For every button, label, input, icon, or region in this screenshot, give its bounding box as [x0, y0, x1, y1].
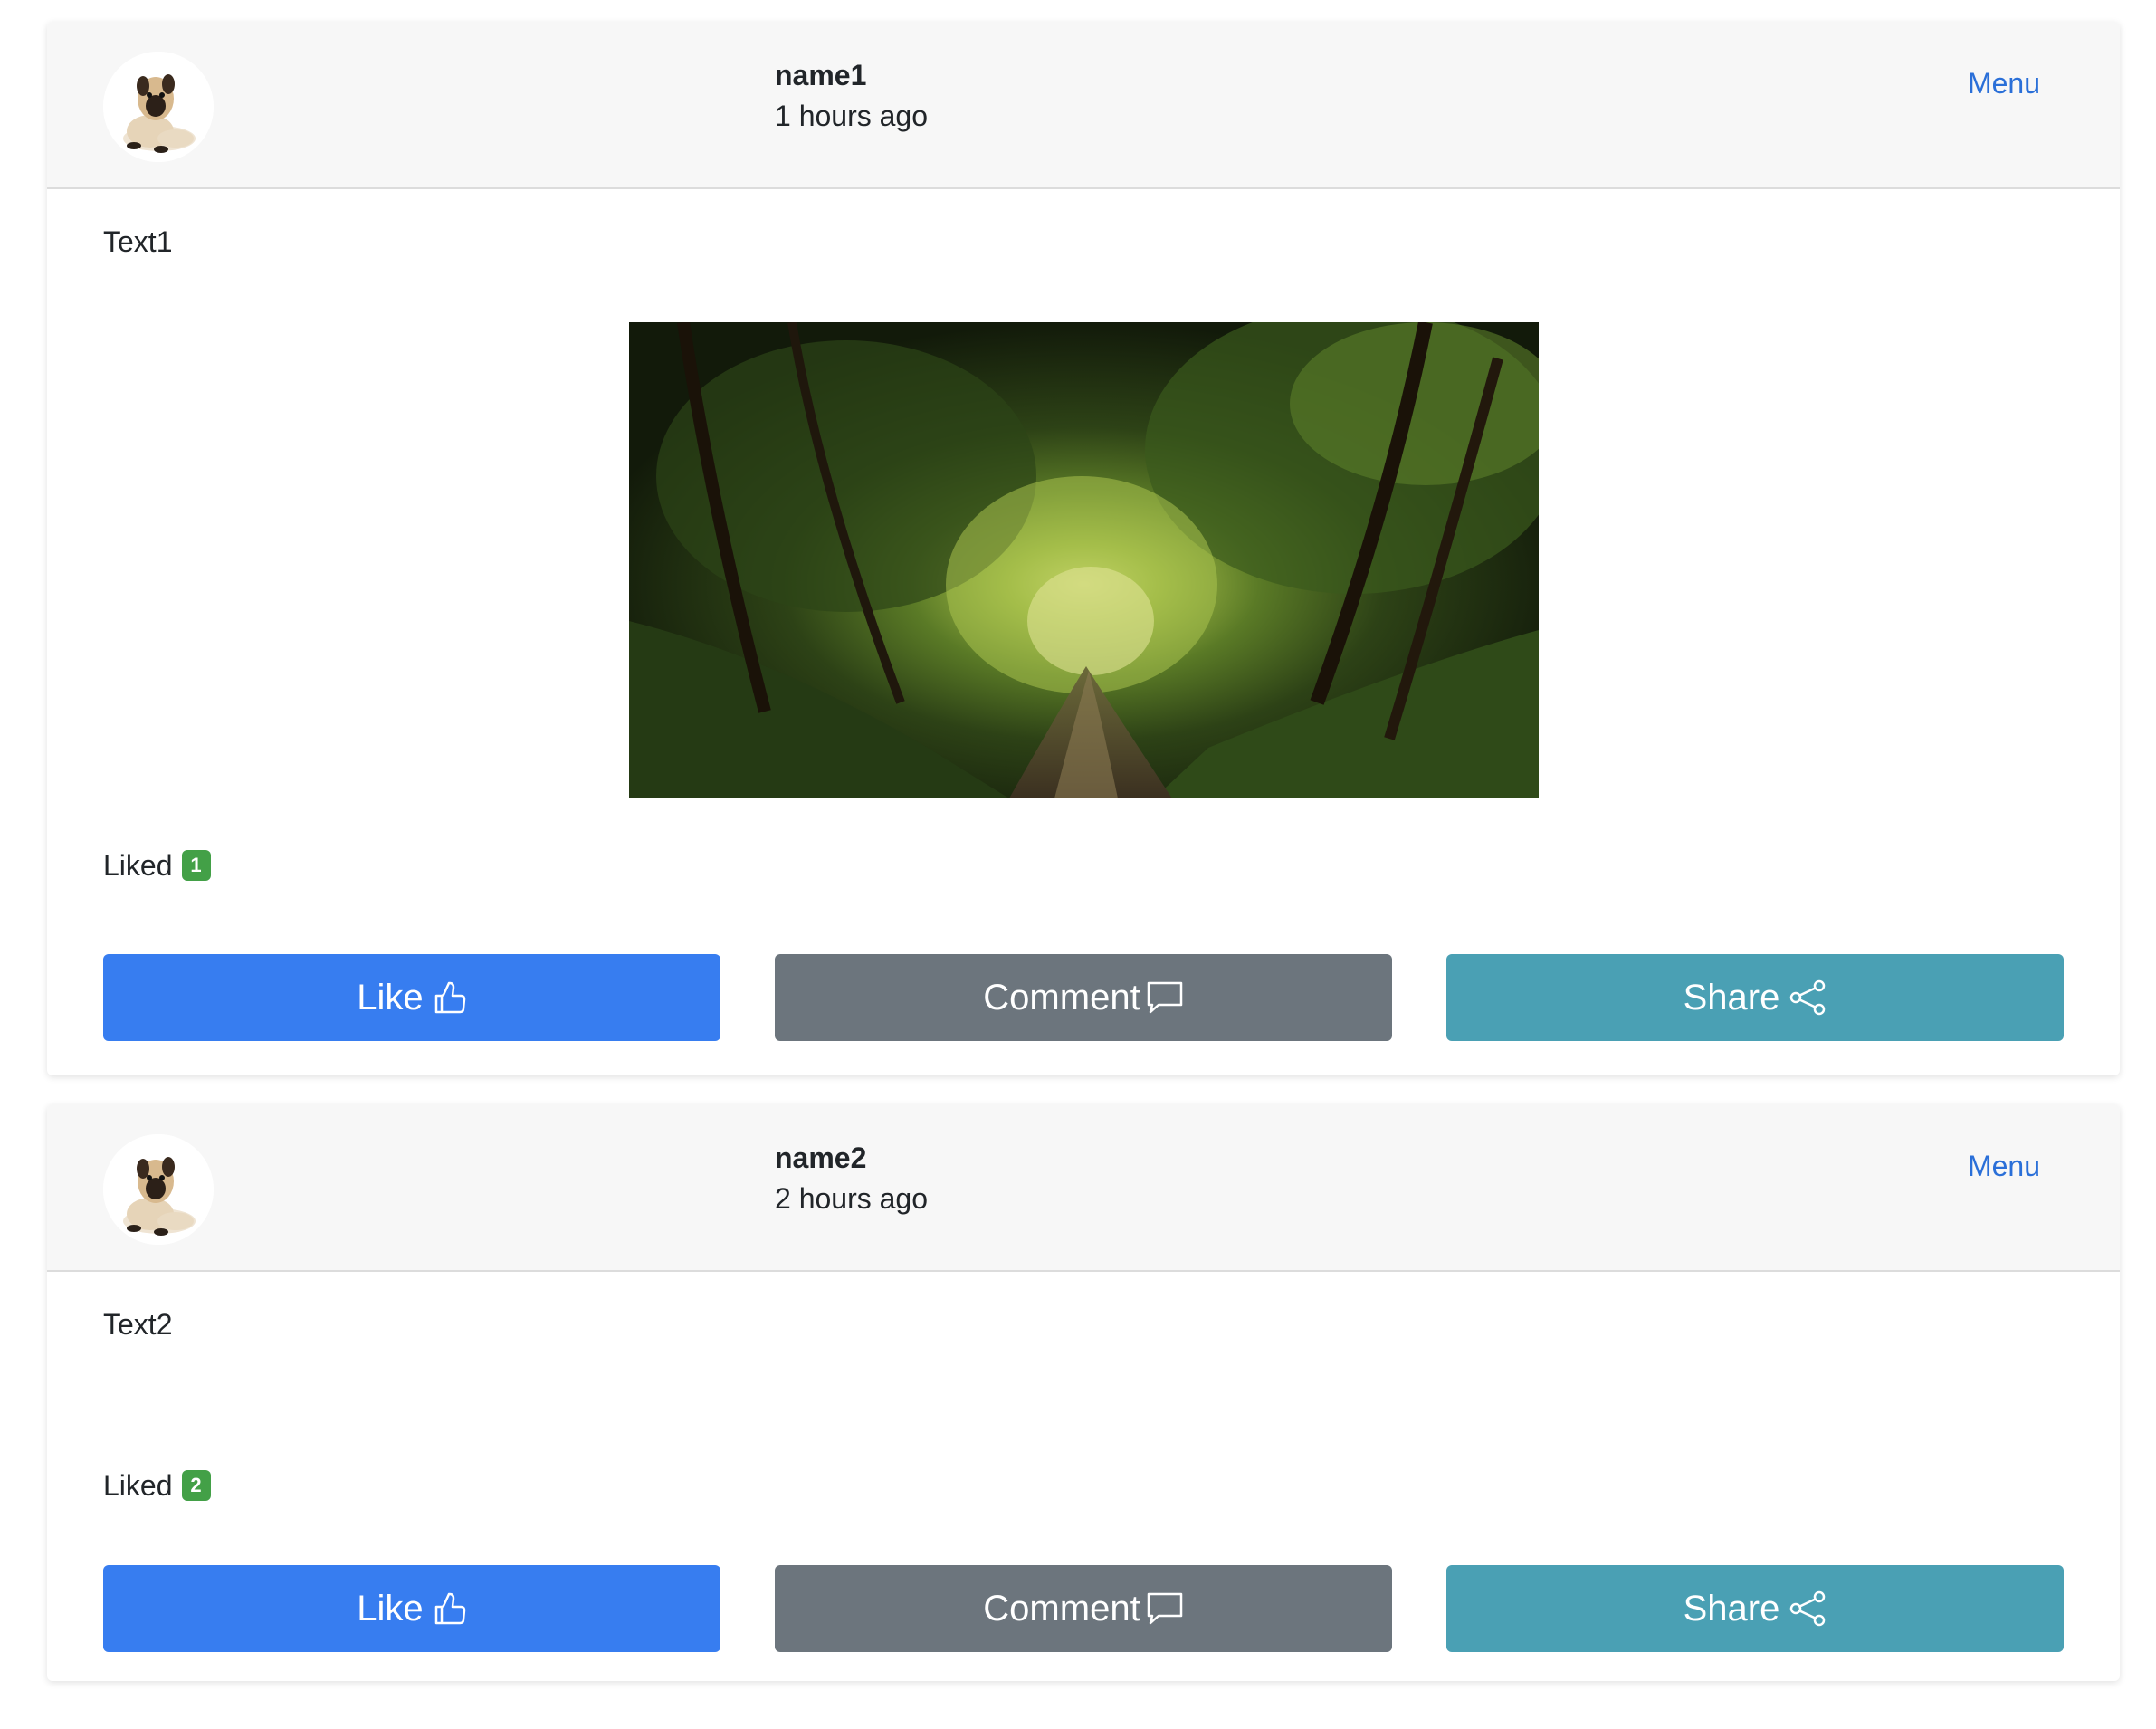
- comment-button-label: Comment: [983, 1588, 1140, 1629]
- post-header: name2 2 hours ago Menu: [47, 1104, 2120, 1272]
- thumbs-up-icon: [433, 1590, 467, 1627]
- pug-avatar-icon: [103, 1134, 214, 1245]
- like-button[interactable]: Like: [103, 954, 720, 1041]
- post-header: name1 1 hours ago Menu: [47, 22, 2120, 189]
- liked-label: Liked: [103, 849, 173, 882]
- post-image[interactable]: [629, 322, 1539, 798]
- forest-tunnel-photo: [629, 322, 1539, 798]
- post-card: name1 1 hours ago Menu Text1 Liked 1 Lik…: [47, 22, 2120, 1075]
- comment-button-label: Comment: [983, 977, 1140, 1017]
- post-text: Text2: [103, 1308, 173, 1341]
- post-actions: Like Comment Share: [103, 1565, 2064, 1652]
- post-text: Text1: [103, 225, 173, 258]
- post-card: name2 2 hours ago Menu Text2 Liked 2 Lik…: [47, 1104, 2120, 1681]
- liked-label: Liked: [103, 1469, 173, 1502]
- author-name[interactable]: name2: [775, 1139, 928, 1177]
- comment-button[interactable]: Comment: [775, 954, 1392, 1041]
- like-count-badge: 2: [181, 1470, 211, 1501]
- share-nodes-icon: [1789, 979, 1827, 1017]
- post-timestamp: 2 hours ago: [775, 1182, 929, 1215]
- avatar[interactable]: [103, 1134, 214, 1245]
- like-button-label: Like: [357, 1588, 424, 1629]
- speech-bubble-icon: [1146, 979, 1184, 1016]
- like-button-label: Like: [357, 977, 424, 1017]
- speech-bubble-icon: [1146, 1590, 1184, 1627]
- share-button[interactable]: Share: [1446, 1565, 2064, 1652]
- post-feed: name1 1 hours ago Menu Text1 Liked 1 Lik…: [47, 22, 2120, 1710]
- share-button-label: Share: [1683, 1588, 1780, 1629]
- share-button-label: Share: [1683, 977, 1780, 1017]
- author-block: name1 1 hours ago: [775, 56, 928, 138]
- post-body: Text1 Liked 1 Like Comment Share: [47, 189, 2120, 1075]
- author-name[interactable]: name1: [775, 56, 928, 94]
- liked-row: Liked 2: [103, 1467, 211, 1504]
- thumbs-up-icon: [433, 979, 467, 1016]
- comment-button[interactable]: Comment: [775, 1565, 1392, 1652]
- share-button[interactable]: Share: [1446, 954, 2064, 1041]
- post-body: Text2 Liked 2 Like Comment Share: [47, 1272, 2120, 1681]
- author-block: name2 2 hours ago: [775, 1139, 928, 1220]
- like-count-badge: 1: [181, 850, 211, 881]
- pug-avatar-icon: [103, 52, 214, 162]
- post-menu-link[interactable]: Menu: [1968, 1150, 2040, 1183]
- avatar[interactable]: [103, 52, 214, 162]
- post-actions: Like Comment Share: [103, 954, 2064, 1041]
- post-timestamp: 1 hours ago: [775, 100, 929, 132]
- post-menu-link[interactable]: Menu: [1968, 67, 2040, 100]
- share-nodes-icon: [1789, 1590, 1827, 1628]
- liked-row: Liked 1: [103, 847, 211, 884]
- like-button[interactable]: Like: [103, 1565, 720, 1652]
